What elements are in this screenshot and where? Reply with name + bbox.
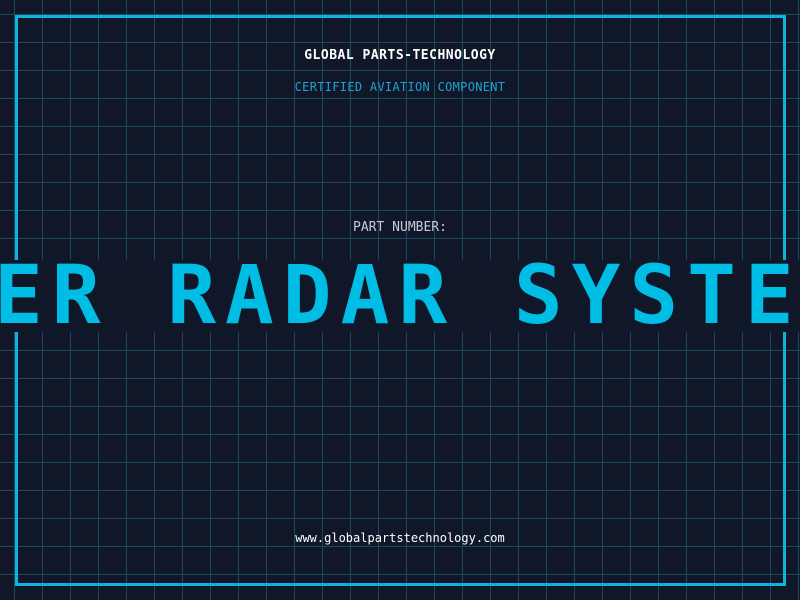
website-url: www.globalpartstechnology.com (295, 531, 505, 545)
part-number-label: PART NUMBER: (353, 220, 447, 235)
certification-label: CERTIFIED AVIATION COMPONENT (294, 80, 506, 94)
part-number-value: LER RADAR SYSTEM P (0, 260, 800, 332)
company-name: GLOBAL PARTS-TECHNOLOGY (304, 48, 496, 63)
part-number-band: LER RADAR SYSTEM P (0, 260, 800, 332)
